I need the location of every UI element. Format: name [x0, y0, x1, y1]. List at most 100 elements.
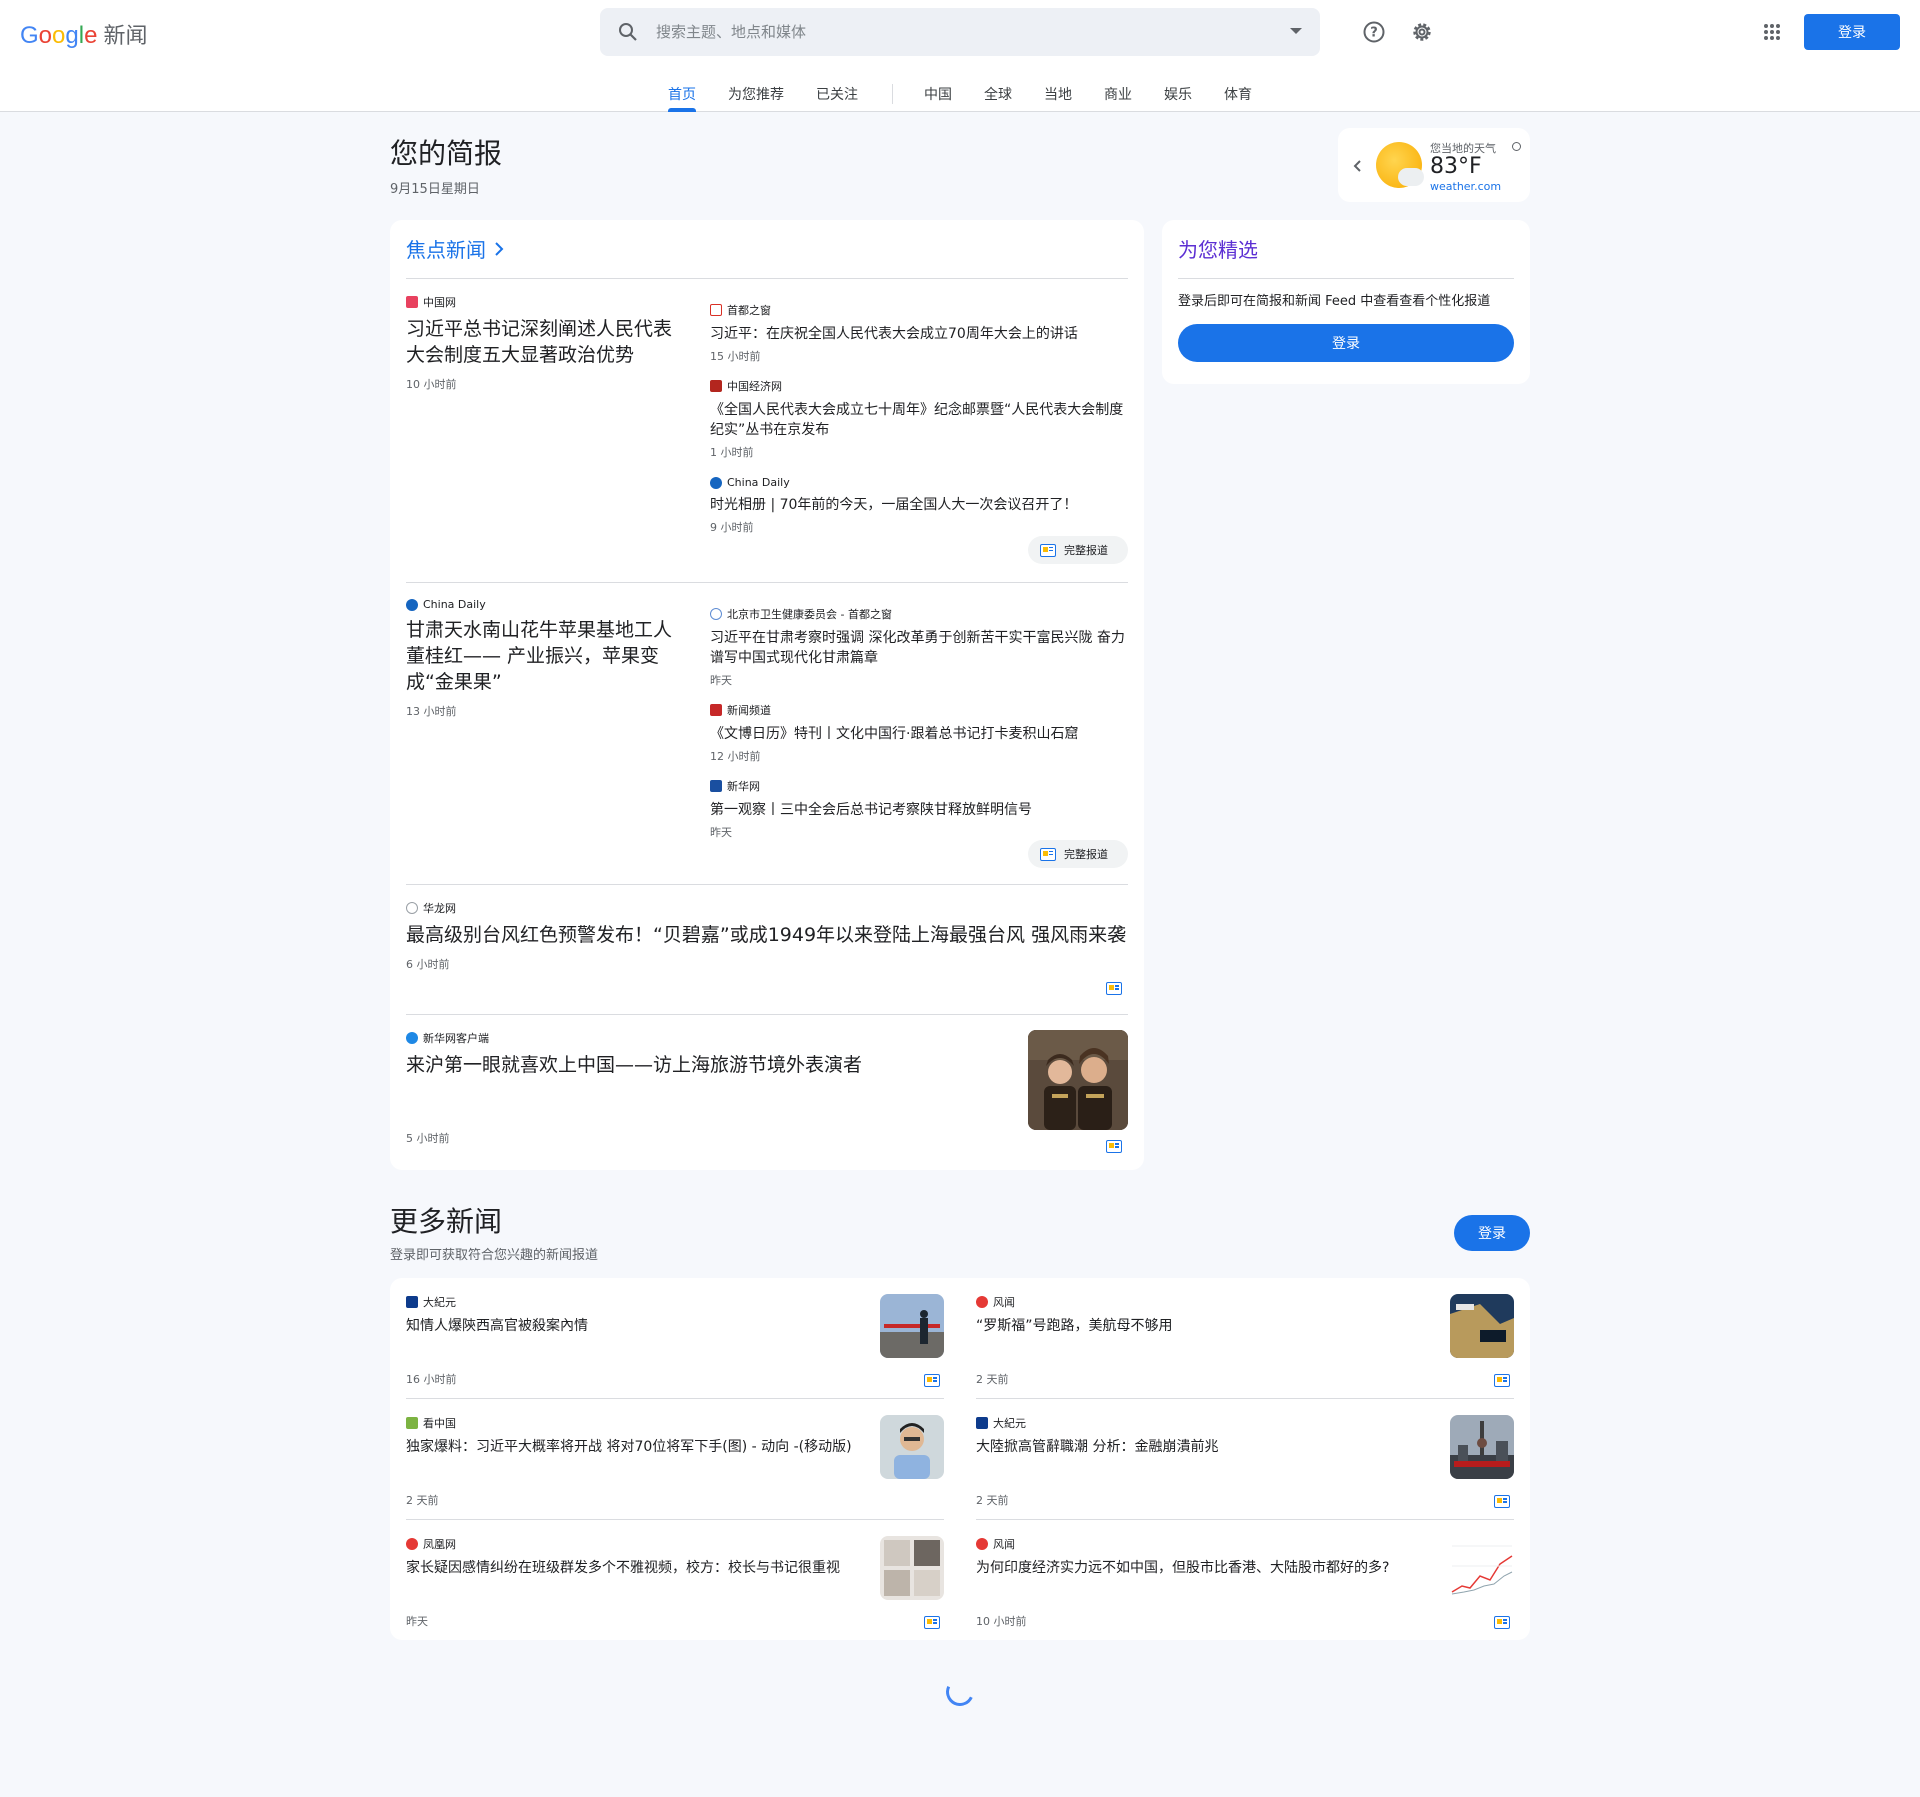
story-time: 1 小时前 — [710, 446, 754, 459]
source-favicon-icon — [710, 304, 722, 316]
search-bar[interactable] — [600, 8, 1320, 56]
story-headline[interactable]: 为何印度经济实力远不如中国，但股市比香港、大陆股市都好的多? — [976, 1558, 1426, 1578]
story-time: 13 小时前 — [406, 705, 457, 718]
story-headline[interactable]: 甘肃天水南山花牛苹果基地工人董桂红—— 产业振兴，苹果变成“金果果” — [406, 617, 686, 695]
story-headline[interactable]: 最高级别台风红色预警发布！“贝碧嘉”或成1949年以来登陆上海最强台风 强风雨来… — [406, 922, 1128, 948]
divider — [406, 582, 1128, 583]
list-item[interactable]: 大紀元 知情人爆陝西高官被殺案內情 16 小时前 — [406, 1278, 944, 1399]
story-headline[interactable]: 习近平在甘肃考察时强调 深化改革勇于创新苦干实干富民兴陇 奋力谱写中国式现代化甘… — [710, 628, 1130, 668]
related-story[interactable]: 北京市卫生健康委员会 - 首都之窗 习近平在甘肃考察时强调 深化改革勇于创新苦干… — [710, 606, 1130, 688]
chevron-right-icon[interactable] — [494, 241, 504, 257]
story-source: 风闻 — [976, 1536, 1426, 1552]
source-favicon-icon — [406, 598, 418, 611]
full-coverage-icon[interactable] — [1494, 1374, 1510, 1387]
story-time: 昨天 — [710, 826, 732, 839]
full-coverage-icon[interactable] — [1494, 1616, 1510, 1629]
story-thumbnail-image[interactable] — [1028, 1030, 1128, 1130]
list-item[interactable]: 大紀元 大陸掀高管辭職潮 分析：金融崩潰前兆 2 天前 — [976, 1399, 1514, 1520]
more-news-sign-in-button[interactable]: 登录 — [1454, 1215, 1530, 1251]
nav-divider — [892, 84, 893, 104]
story-headline[interactable]: 第一观察丨三中全会后总书记考察陕甘释放鲜明信号 — [710, 800, 1130, 820]
story-item[interactable]: 新华网客户端 来沪第一眼就喜欢上中国——访上海旅游节境外表演者 — [406, 1030, 1006, 1078]
top-stories-header[interactable]: 焦点新闻 — [406, 234, 504, 263]
story-source: 新华网 — [710, 778, 1130, 794]
list-item[interactable]: 风闻 为何印度经济实力远不如中国，但股市比香港、大陆股市都好的多? 10 小时前 — [976, 1520, 1514, 1641]
full-coverage-icon[interactable] — [924, 1616, 940, 1629]
story-source: 新闻频道 — [710, 702, 1130, 718]
source-name: China Daily — [423, 598, 486, 611]
related-story[interactable]: China Daily 时光相册 | 70年前的今天，一届全国人大一次会议召开了… — [710, 476, 1130, 535]
source-favicon-icon — [406, 296, 418, 308]
full-coverage-button[interactable]: 完整报道 — [1028, 536, 1128, 564]
list-item[interactable]: 凤凰网 家长疑因感情纠纷在班级群发多个不雅视频，校方：校长与书记很重视 昨天 — [406, 1520, 944, 1641]
chevron-left-icon[interactable] — [1352, 158, 1362, 177]
story-headline[interactable]: 独家爆料：习近平大概率将开战 将对70位将军下手(图) - 动向 -(移动版) — [406, 1437, 856, 1457]
story-headline[interactable]: 《全国人民代表大会成立七十周年》纪念邮票暨“人民代表大会制度纪实”丛书在京发布 — [710, 400, 1130, 440]
tab-world[interactable]: 全球 — [984, 84, 1012, 104]
source-favicon-icon — [406, 902, 418, 914]
story-thumbnail-image[interactable] — [880, 1415, 944, 1479]
full-coverage-icon[interactable] — [1106, 982, 1122, 995]
story-headline[interactable]: 习近平总书记深刻阐述人民代表大会制度五大显著政治优势 — [406, 316, 686, 368]
story-headline[interactable]: 家长疑因感情纠纷在班级群发多个不雅视频，校方：校长与书记很重视 — [406, 1558, 856, 1578]
full-coverage-icon[interactable] — [1494, 1495, 1510, 1508]
story-headline[interactable]: 《文博日历》特刊丨文化中国行·跟着总书记打卡麦积山石窟 — [710, 724, 1130, 744]
related-story[interactable]: 中国经济网 《全国人民代表大会成立七十周年》纪念邮票暨“人民代表大会制度纪实”丛… — [710, 378, 1130, 460]
story-headline[interactable]: 习近平：在庆祝全国人民代表大会成立70周年大会上的讲话 — [710, 324, 1130, 344]
story-thumbnail-image[interactable] — [880, 1294, 944, 1358]
story-headline[interactable]: 知情人爆陝西高官被殺案內情 — [406, 1316, 856, 1336]
story-headline[interactable]: 大陸掀高管辭職潮 分析：金融崩潰前兆 — [976, 1437, 1426, 1457]
tab-business[interactable]: 商业 — [1104, 84, 1132, 104]
story-thumbnail-image[interactable] — [1450, 1536, 1514, 1600]
picks-sign-in-button[interactable]: 登录 — [1178, 324, 1514, 362]
source-favicon-icon — [710, 704, 722, 716]
weather-source-link[interactable]: weather.com — [1430, 180, 1501, 193]
search-dropdown-icon[interactable] — [1290, 28, 1302, 34]
briefing-date: 9月15日星期日 — [390, 182, 480, 197]
related-story[interactable]: 新华网 第一观察丨三中全会后总书记考察陕甘释放鲜明信号 昨天 — [710, 778, 1130, 840]
main-story[interactable]: China Daily 甘肃天水南山花牛苹果基地工人董桂红—— 产业振兴，苹果变… — [406, 598, 686, 719]
source-favicon-icon — [406, 1417, 418, 1429]
source-favicon-icon — [976, 1417, 988, 1429]
story-source: 中国经济网 — [710, 378, 1130, 394]
story-source: 北京市卫生健康委员会 - 首都之窗 — [710, 606, 1130, 622]
full-coverage-icon[interactable] — [924, 1374, 940, 1387]
weather-temperature: 83°F — [1430, 154, 1482, 179]
sign-in-button[interactable]: 登录 — [1804, 14, 1900, 50]
tab-china[interactable]: 中国 — [924, 84, 952, 104]
related-story[interactable]: 新闻频道 《文博日历》特刊丨文化中国行·跟着总书记打卡麦积山石窟 12 小时前 — [710, 702, 1130, 764]
tab-following[interactable]: 已关注 — [816, 84, 858, 104]
tab-sports[interactable]: 体育 — [1224, 84, 1252, 104]
story-headline[interactable]: “罗斯福”号跑路，美航母不够用 — [976, 1316, 1426, 1336]
main-story[interactable]: 中国网 习近平总书记深刻阐述人民代表大会制度五大显著政治优势 10 小时前 — [406, 294, 686, 392]
tab-for-you[interactable]: 为您推荐 — [728, 84, 784, 104]
settings-gear-icon[interactable] — [1408, 18, 1436, 46]
story-thumbnail-image[interactable] — [880, 1536, 944, 1600]
logo-letter: o — [52, 22, 66, 49]
full-coverage-button[interactable]: 完整报道 — [1028, 840, 1128, 868]
source-name: 华龙网 — [423, 902, 456, 915]
full-coverage-icon[interactable] — [1106, 1140, 1122, 1153]
picks-description: 登录后即可在简报和新闻 Feed 中查看查看个性化报道 — [1178, 294, 1491, 309]
google-news-logo[interactable]: Google 新闻 — [20, 18, 147, 50]
tab-entertainment[interactable]: 娱乐 — [1164, 84, 1192, 104]
tab-home[interactable]: 首页 — [668, 84, 696, 104]
story-headline[interactable]: 时光相册 | 70年前的今天，一届全国人大一次会议召开了！ — [710, 495, 1130, 515]
apps-grid-icon[interactable] — [1758, 18, 1786, 46]
story-time: 昨天 — [710, 674, 732, 687]
list-item[interactable]: 风闻 “罗斯福”号跑路，美航母不够用 2 天前 — [976, 1278, 1514, 1399]
list-item[interactable]: 看中国 独家爆料：习近平大概率将开战 将对70位将军下手(图) - 动向 -(移… — [406, 1399, 944, 1520]
story-thumbnail-image[interactable] — [1450, 1294, 1514, 1358]
story-item[interactable]: 华龙网 最高级别台风红色预警发布！“贝碧嘉”或成1949年以来登陆上海最强台风 … — [406, 900, 1128, 972]
related-story[interactable]: 首都之窗 习近平：在庆祝全国人民代表大会成立70周年大会上的讲话 15 小时前 — [710, 302, 1130, 364]
search-input[interactable] — [656, 23, 1256, 41]
search-icon[interactable] — [600, 22, 656, 42]
logo-letter: g — [65, 22, 79, 49]
full-coverage-label: 完整报道 — [1064, 544, 1108, 557]
top-stories-title[interactable]: 焦点新闻 — [406, 234, 486, 263]
story-thumbnail-image[interactable] — [1450, 1415, 1514, 1479]
help-icon[interactable]: ? — [1360, 18, 1388, 46]
story-headline[interactable]: 来沪第一眼就喜欢上中国——访上海旅游节境外表演者 — [406, 1052, 1006, 1078]
tab-local[interactable]: 当地 — [1044, 84, 1072, 104]
weather-widget[interactable]: 您当地的天气 83°F weather.com — [1338, 128, 1530, 202]
